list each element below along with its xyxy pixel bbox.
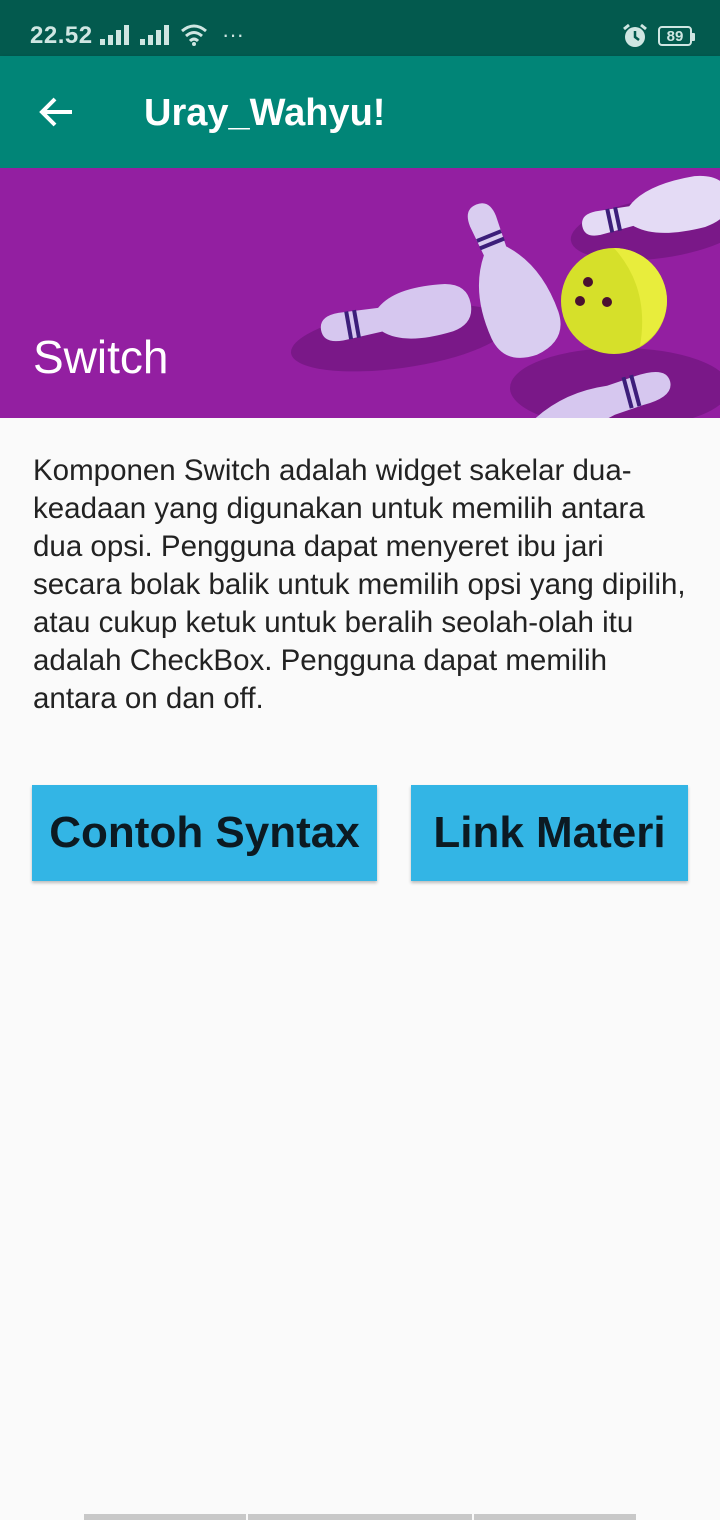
link-materi-button[interactable]: Link Materi: [411, 785, 688, 881]
signal-icon: [140, 25, 169, 45]
back-button[interactable]: [28, 90, 84, 134]
alarm-icon: [623, 23, 647, 47]
arrow-back-icon: [39, 97, 72, 127]
battery-level: 89: [666, 27, 684, 45]
nav-gesture-hint: [474, 1514, 636, 1520]
status-bar: 22.52 ··· 89: [0, 0, 720, 56]
battery-icon: 89: [658, 26, 695, 46]
more-notifications-icon: ···: [222, 22, 244, 47]
nav-gesture-hint: [248, 1514, 472, 1520]
app-title: Uray_Wahyu!: [144, 92, 386, 134]
contoh-syntax-button[interactable]: Contoh Syntax: [32, 785, 377, 881]
banner-title: Switch: [33, 331, 169, 383]
wifi-icon: [181, 24, 207, 46]
nav-gesture-hint: [84, 1514, 246, 1520]
bowling-ball: [561, 248, 667, 354]
status-icons-left: ···: [100, 22, 244, 48]
description-text: Komponen Switch adalah widget sakelar du…: [33, 454, 686, 715]
status-time: 22.52: [30, 22, 93, 49]
app-bar: Uray_Wahyu!: [0, 56, 720, 168]
status-icons-right: 89: [622, 20, 695, 52]
signal-icon: [100, 25, 129, 45]
header-banner: Switch: [0, 168, 720, 418]
